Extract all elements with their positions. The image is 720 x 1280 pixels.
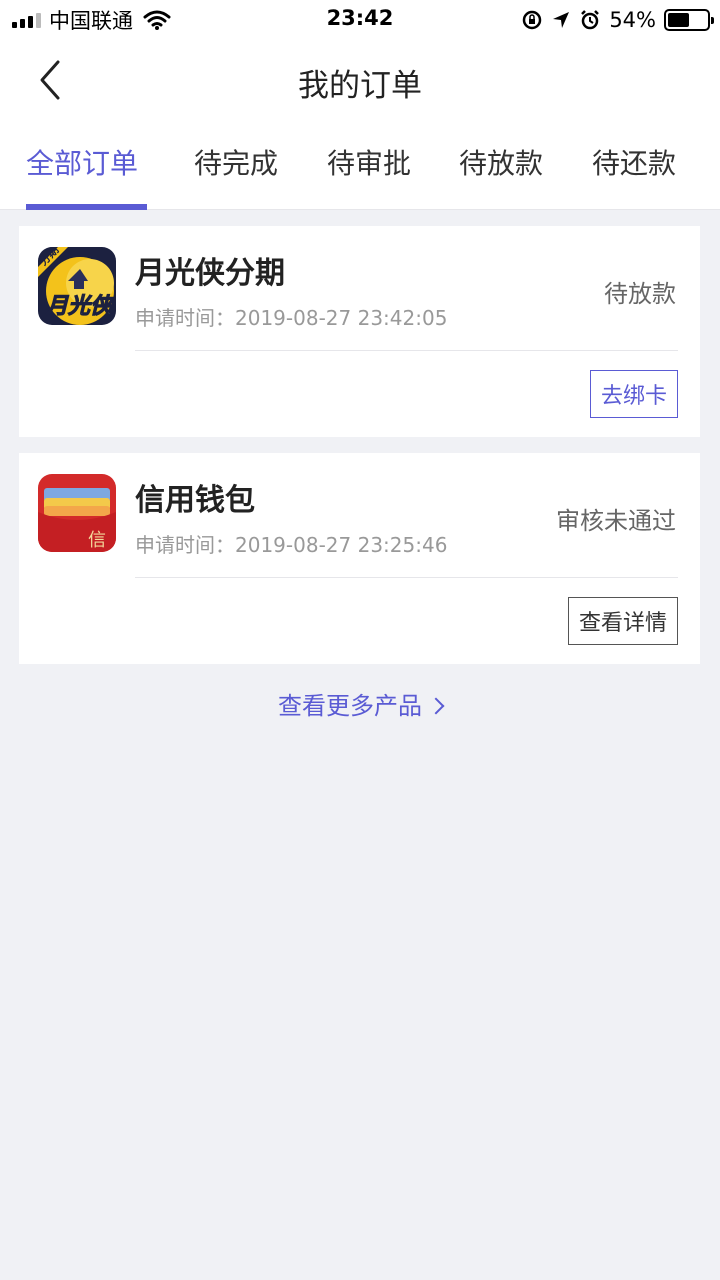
order-status: 待放款	[604, 280, 676, 308]
chevron-right-icon	[427, 697, 445, 715]
bind-card-button[interactable]: 去绑卡	[589, 370, 678, 418]
order-tabs: 全部订单 待完成 待审批 待放款 待还款	[0, 124, 720, 210]
product-name: 月光侠分期	[135, 256, 285, 291]
battery-icon	[664, 9, 714, 31]
tab-all-orders[interactable]: 全部订单	[26, 142, 138, 182]
order-card[interactable]: 信 信用钱包 申请时间：2019-08-27 23:25:46 审核未通过 查看…	[19, 453, 700, 664]
battery-percent: 54%	[609, 8, 656, 32]
tab-pending-disbursement[interactable]: 待放款	[459, 142, 543, 182]
page-title: 我的订单	[298, 68, 422, 104]
divider	[135, 350, 678, 351]
view-details-button[interactable]: 查看详情	[567, 597, 678, 645]
top-section: 中国联通 23:42 54% 我的订单 全部订单 待完成 待审批 待放款 待还款	[0, 0, 720, 210]
product-name: 信用钱包	[135, 483, 255, 518]
active-tab-indicator	[26, 204, 147, 210]
order-status: 审核未通过	[556, 507, 676, 535]
orientation-lock-icon	[523, 10, 542, 30]
tab-pending-completion[interactable]: 待完成	[194, 142, 278, 182]
status-bar: 中国联通 23:42 54%	[0, 0, 720, 40]
logo-text: 信	[88, 530, 106, 551]
tab-pending-repayment[interactable]: 待还款	[592, 142, 676, 182]
app-logo-xinyong-qianbao: 信	[38, 474, 116, 552]
logo-text: 月光侠	[45, 294, 115, 319]
location-icon	[553, 12, 570, 28]
order-card[interactable]: 分期 月光侠 月光侠分期 申请时间：2019-08-27 23:42:05 待放…	[19, 226, 700, 437]
nav-bar: 我的订单	[0, 40, 720, 124]
alarm-icon	[581, 10, 600, 30]
view-more-products-link[interactable]: 查看更多产品	[0, 686, 720, 721]
apply-time: 申请时间：2019-08-27 23:25:46	[135, 533, 448, 557]
divider	[135, 577, 678, 578]
apply-time: 申请时间：2019-08-27 23:42:05	[135, 306, 448, 330]
app-logo-yueguangxia: 分期 月光侠	[38, 247, 116, 325]
tab-pending-approval[interactable]: 待审批	[327, 142, 411, 182]
